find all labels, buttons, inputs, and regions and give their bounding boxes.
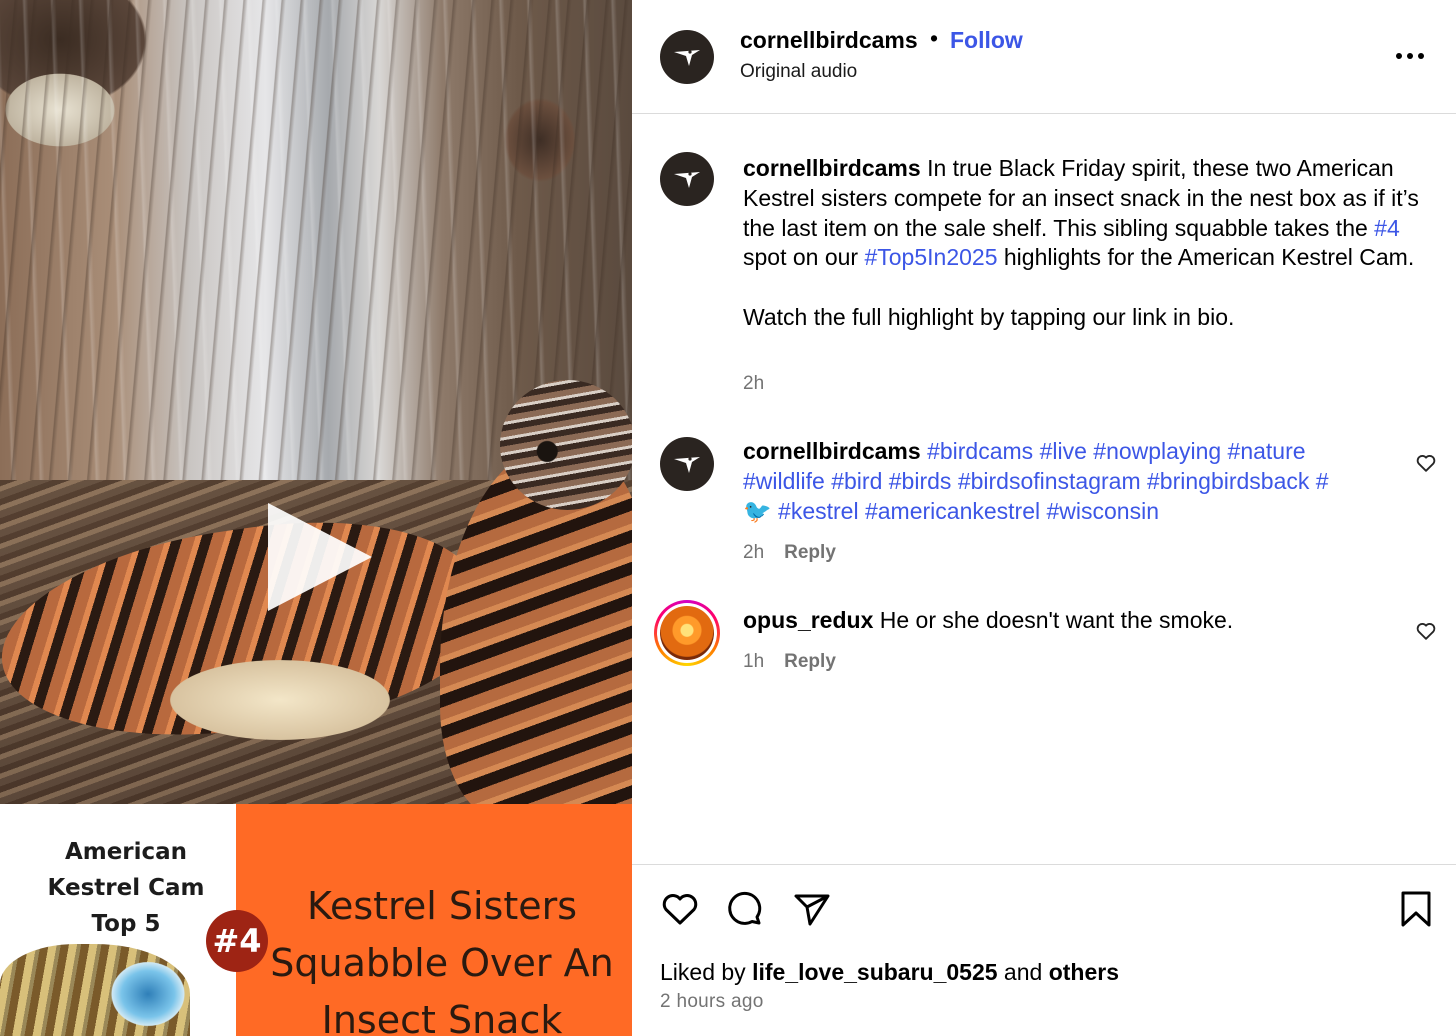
follow-button[interactable]: Follow <box>950 27 1023 54</box>
more-icon[interactable] <box>1396 46 1430 66</box>
video-frame[interactable] <box>0 0 632 804</box>
hashtag-link[interactable]: #live <box>1040 438 1087 464</box>
post-header: cornellbirdcams • Follow Original audio <box>632 0 1456 114</box>
caption-text: cornellbirdcams In true Black Friday spi… <box>743 154 1438 333</box>
hashtag-link[interactable]: #nowplaying <box>1093 438 1221 464</box>
likes-connector: and <box>997 959 1049 985</box>
kestrel-illustration <box>0 944 190 1036</box>
avatar[interactable] <box>660 30 714 84</box>
hashtag-link[interactable]: #birdsofinstagram <box>958 468 1141 494</box>
thumbnail-caption: American Kestrel Cam Top 5 <box>16 834 236 942</box>
bird-emoji-icon[interactable]: 🐦 <box>743 498 772 524</box>
avatar-image <box>660 606 714 660</box>
reply-button[interactable]: Reply <box>784 651 836 673</box>
story-avatar[interactable] <box>654 600 720 666</box>
liked-by-username[interactable]: life_love_subaru_0525 <box>752 959 997 985</box>
comment-username[interactable]: cornellbirdcams <box>743 438 921 464</box>
avatar[interactable] <box>660 152 714 206</box>
thumbnail-caption-line: Top 5 <box>91 911 161 937</box>
comment-line: #wildlife #bird #birds #birdsofinstagram… <box>743 467 1403 497</box>
comment-time: 1h <box>743 651 765 672</box>
hashtag-link[interactable]: #bird <box>831 468 882 494</box>
hashtag-link[interactable]: #4 <box>1374 215 1400 241</box>
hashtag-link[interactable]: #nature <box>1228 438 1306 464</box>
post-media[interactable]: American Kestrel Cam Top 5 #4 Kestrel Si… <box>0 0 632 1036</box>
likes-summary: Liked by life_love_subaru_0525 and other… <box>660 959 1119 986</box>
caption-username[interactable]: cornellbirdcams <box>743 155 921 181</box>
thumbnail-caption-line: Kestrel Cam <box>47 875 205 901</box>
hashtag-link[interactable]: #americankestrel <box>865 498 1040 524</box>
hashtag-link[interactable]: #wildlife <box>743 468 825 494</box>
hummingbird-logo-icon <box>674 172 700 188</box>
post-details-panel: cornellbirdcams • Follow Original audio … <box>632 0 1456 1036</box>
comment-text: cornellbirdcams #birdcams #live #nowplay… <box>743 437 1403 526</box>
post-actions: Liked by life_love_subaru_0525 and other… <box>632 864 1456 1036</box>
more-dot <box>1418 53 1424 59</box>
caption-body: Watch the full highlight by tapping our … <box>743 304 1235 331</box>
comment-icon[interactable] <box>726 889 766 929</box>
hashtag-link[interactable]: #Top5In2025 <box>864 244 997 270</box>
bookmark-icon[interactable] <box>1396 889 1436 929</box>
comment-username[interactable]: opus_redux <box>743 607 873 633</box>
hashtag-link[interactable]: #kestrel <box>778 498 859 524</box>
hashtag-link[interactable]: #birds <box>889 468 952 494</box>
header-username[interactable]: cornellbirdcams <box>740 27 918 54</box>
thumbnail-title: Kestrel Sisters Squabble Over An Insect … <box>254 878 630 1036</box>
comment-time: 2h <box>743 542 765 563</box>
story-avatar-inner <box>657 603 717 663</box>
comment-body: He or she doesn't want the smoke. <box>873 607 1234 633</box>
more-dot <box>1407 53 1413 59</box>
kestrel-left-belly <box>170 660 390 740</box>
comment-text: opus_redux He or she doesn't want the sm… <box>743 606 1438 636</box>
thumbnail-title-line: Kestrel Sisters <box>306 884 578 928</box>
caption-time: 2h <box>743 373 765 394</box>
likes-others-link[interactable]: others <box>1049 959 1119 985</box>
play-icon[interactable] <box>268 503 372 611</box>
share-icon[interactable] <box>792 889 832 929</box>
thumbnail-title-line: Insect Snack <box>321 998 563 1036</box>
thumbnail-white-panel: American Kestrel Cam Top 5 <box>0 804 236 1036</box>
caption-body: spot on our <box>743 244 865 271</box>
hummingbird-logo-icon <box>674 457 700 473</box>
kestrel-right-head <box>500 380 632 510</box>
hashtag-link[interactable]: # <box>1316 468 1329 494</box>
comment-meta: 2h Reply <box>743 542 836 564</box>
caption-body: highlights for the American Kestrel Cam. <box>997 244 1415 271</box>
comment-line: 🐦 #kestrel #americankestrel #wisconsin <box>743 497 1403 527</box>
hashtag-link[interactable]: #wisconsin <box>1047 498 1160 524</box>
heart-icon[interactable] <box>1415 452 1437 474</box>
header-separator: • <box>930 25 939 51</box>
caption-meta: 2h <box>743 373 764 395</box>
hashtag-link[interactable]: #birdcams <box>927 438 1033 464</box>
comment-meta: 1h Reply <box>743 651 836 673</box>
thumbnail-title-line: Squabble Over An <box>270 941 614 985</box>
more-dot <box>1396 53 1402 59</box>
thumbnail-caption-line: American <box>64 839 188 865</box>
hashtag-link[interactable]: #bringbirdsback <box>1147 468 1309 494</box>
heart-icon[interactable] <box>1415 620 1437 642</box>
heart-icon[interactable] <box>660 889 700 929</box>
comment-line: cornellbirdcams #birdcams #live #nowplay… <box>743 437 1403 467</box>
reply-button[interactable]: Reply <box>784 542 836 564</box>
audio-link[interactable]: Original audio <box>740 61 857 83</box>
avatar[interactable] <box>660 437 714 491</box>
hummingbird-logo-icon <box>674 50 700 66</box>
likes-prefix: Liked by <box>660 959 753 985</box>
post-timestamp: 2 hours ago <box>660 991 764 1012</box>
